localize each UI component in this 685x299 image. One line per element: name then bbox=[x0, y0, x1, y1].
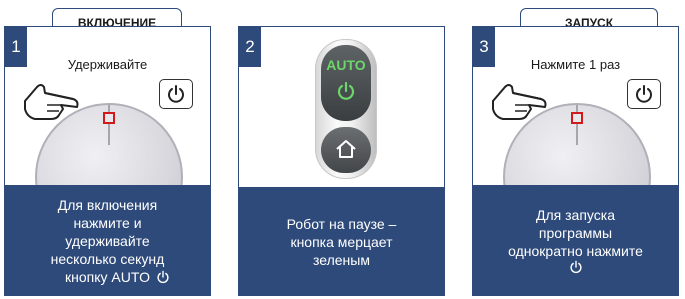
home-icon bbox=[336, 140, 356, 158]
auto-label: AUTO bbox=[326, 57, 366, 73]
power-icon-bubble bbox=[627, 79, 661, 109]
step-instruction: Удерживайте bbox=[67, 57, 148, 72]
power-icon bbox=[569, 260, 582, 274]
step-number: 2 bbox=[239, 27, 261, 67]
caption-text: Для запуска программы однократно нажмите bbox=[508, 207, 643, 259]
caption-text: Робот на паузе – кнопка мерцает зеленым bbox=[286, 216, 397, 268]
robot-seam bbox=[576, 105, 578, 145]
step-caption: Робот на паузе – кнопка мерцает зеленым bbox=[239, 187, 444, 295]
power-icon bbox=[168, 85, 184, 103]
robot-seam bbox=[108, 105, 110, 145]
home-button bbox=[321, 127, 371, 173]
step-panel-3: 3 Нажмите 1 раз Для запуска программы од… bbox=[472, 26, 679, 296]
hand-pointer-icon bbox=[492, 84, 547, 120]
power-icon bbox=[636, 85, 652, 103]
auto-button-highlight bbox=[571, 112, 583, 124]
power-icon bbox=[156, 270, 169, 284]
step-caption: Для запуска программы однократно нажмите bbox=[473, 185, 678, 295]
power-icon bbox=[337, 81, 355, 100]
power-icon-bubble bbox=[159, 79, 193, 109]
hand-pointer-icon bbox=[24, 84, 79, 120]
step-panel-2: 2 AUTO Робот на паузе – кнопка мерцает з… bbox=[238, 26, 445, 296]
step-caption: Для включения нажмите и удерживайте неск… bbox=[5, 185, 210, 295]
auto-button-highlight bbox=[103, 112, 115, 124]
step-instruction: Нажмите 1 раз bbox=[530, 57, 621, 72]
step-panel-1: 1 Удерживайте Для включения нажмите и уд… bbox=[4, 26, 211, 296]
caption-text: Для включения нажмите и удерживайте неск… bbox=[50, 197, 165, 285]
